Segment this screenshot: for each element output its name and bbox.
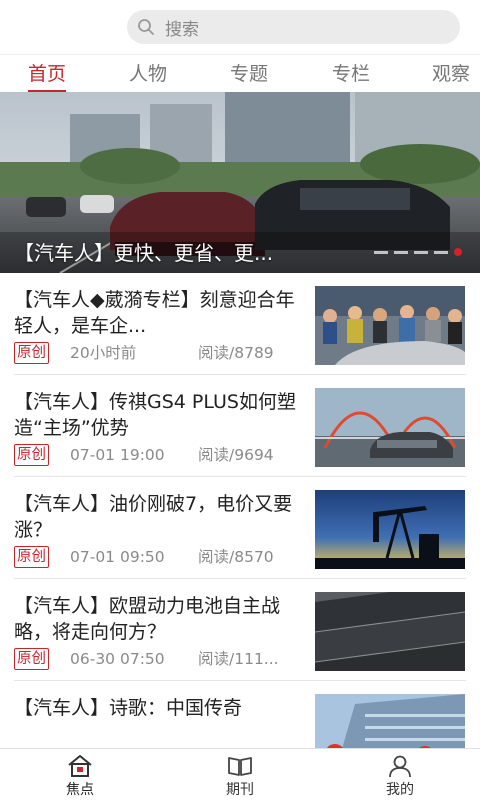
article-reads: 阅读/8789 (198, 344, 274, 362)
original-badge: 原创 (14, 444, 49, 466)
article-title: 【汽车人】欧盟动力电池自主战略，将走向何方？ (14, 595, 281, 643)
article-item[interactable]: 【汽车人】传祺GS4 PLUS如何塑造“主场”优势 原创 07-01 19:00… (0, 375, 480, 477)
article-time: 07-01 19:00 (70, 446, 165, 464)
article-item[interactable]: 【汽车人】油价刚破7，电价又要涨？ 原创 07-01 09:50 阅读/8570 (0, 477, 480, 579)
carousel-dot-active (454, 248, 462, 256)
original-badge: 原创 (14, 648, 49, 670)
category-tabs: 首页 人物 专题 专栏 观察 (0, 54, 480, 93)
tab-topics[interactable]: 专题 (230, 55, 268, 93)
nav-mine[interactable]: 我的 (360, 749, 440, 801)
article-meta: 原创 07-01 09:50 阅读/8570 (14, 545, 299, 569)
article-reads: 阅读/9694 (198, 446, 274, 464)
article-item[interactable]: 【汽车人】欧盟动力电池自主战略，将走向何方？ 原创 06-30 07:50 阅读… (0, 579, 480, 681)
original-badge: 原创 (14, 342, 49, 364)
nav-label: 我的 (386, 782, 414, 798)
article-reads: 阅读/8570 (198, 548, 274, 566)
tab-home[interactable]: 首页 (28, 55, 67, 93)
article-item[interactable]: 【汽车人◆葳漪专栏】刻意迎合年轻人，是车企... 原创 20小时前 阅读/878… (0, 273, 480, 375)
article-meta: 原创 06-30 07:50 阅读/111... (14, 647, 299, 671)
article-title: 【汽车人】诗歌：中国传奇 (14, 697, 243, 719)
article-meta: 原创 07-01 19:00 阅读/9694 (14, 443, 299, 467)
nav-focus[interactable]: 焦点 (40, 749, 120, 801)
search-input[interactable]: 搜索 (127, 10, 460, 44)
article-thumbnail (315, 388, 465, 467)
top-bar: 搜索 (0, 0, 480, 54)
book-icon (228, 757, 252, 776)
search-placeholder: 搜索 (165, 19, 199, 40)
tab-people[interactable]: 人物 (129, 55, 167, 93)
nav-label: 期刊 (226, 782, 254, 798)
nav-label: 焦点 (66, 782, 94, 798)
article-meta: 原创 20小时前 阅读/8789 (14, 341, 299, 365)
nav-journal[interactable]: 期刊 (200, 749, 280, 801)
carousel-dot (374, 250, 388, 254)
article-reads: 阅读/111... (198, 650, 279, 668)
article-thumbnail (315, 490, 465, 569)
carousel-indicator (374, 247, 462, 257)
banner-caption[interactable]: 【汽车人】更快、更省、更... (14, 236, 354, 270)
carousel-dot (394, 250, 408, 254)
article-title: 【汽车人】油价刚破7，电价又要涨？ (14, 493, 293, 541)
search-icon (138, 19, 154, 35)
article-thumbnail (315, 286, 465, 365)
carousel-dot (434, 250, 448, 254)
home-icon (68, 755, 92, 777)
article-time: 20小时前 (70, 344, 137, 362)
bottom-nav: 焦点 期刊 我的 (0, 748, 480, 801)
article-time: 07-01 09:50 (70, 548, 165, 566)
tab-observe[interactable]: 观察 (432, 55, 470, 93)
article-thumbnail (315, 592, 465, 671)
person-icon (389, 755, 411, 778)
carousel-dot (414, 250, 428, 254)
tab-columns[interactable]: 专栏 (332, 55, 370, 93)
article-title: 【汽车人◆葳漪专栏】刻意迎合年轻人，是车企... (14, 289, 295, 337)
article-time: 06-30 07:50 (70, 650, 165, 668)
article-title: 【汽车人】传祺GS4 PLUS如何塑造“主场”优势 (14, 391, 296, 439)
original-badge: 原创 (14, 546, 49, 568)
